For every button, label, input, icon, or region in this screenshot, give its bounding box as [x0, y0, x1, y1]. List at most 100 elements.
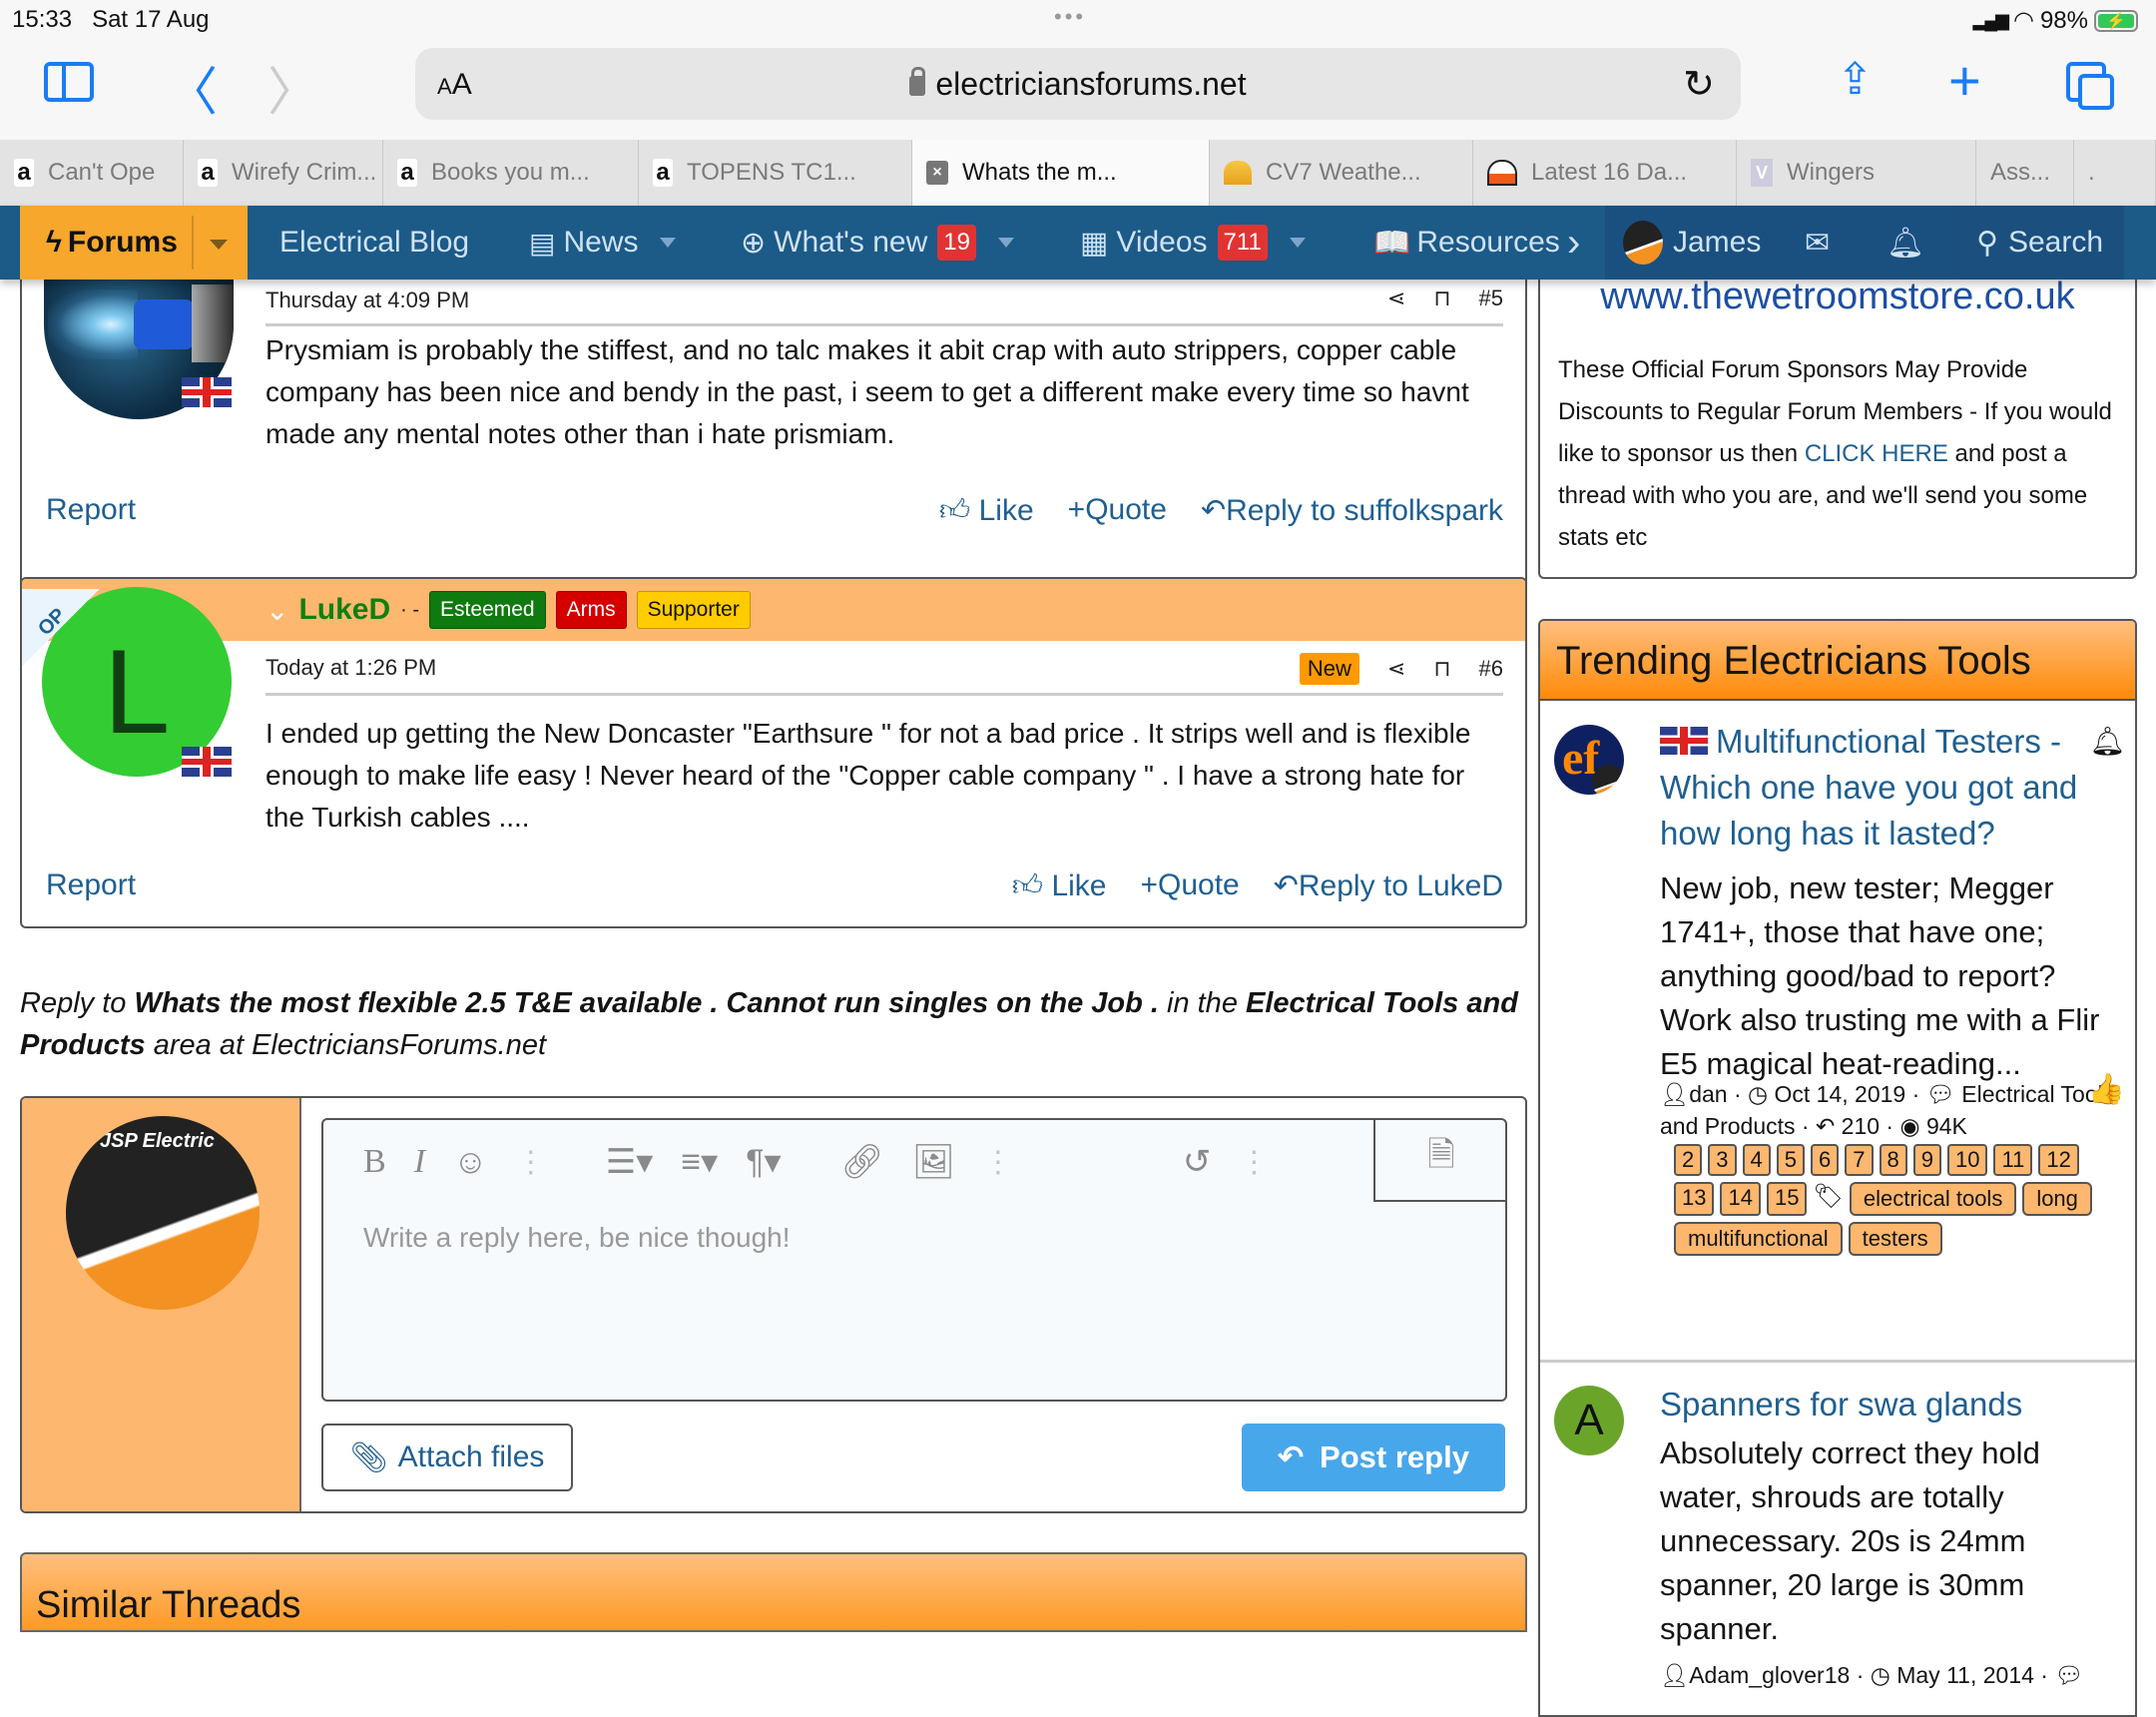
- post-date[interactable]: Thursday at 4:09 PM: [266, 287, 469, 313]
- address-bar[interactable]: AA electriciansforums.net ↻: [415, 48, 1741, 120]
- browser-tab[interactable]: Ass...: [1976, 140, 2074, 206]
- undo-icon[interactable]: ↺: [1183, 1142, 1212, 1182]
- browser-tab[interactable]: V Wingers: [1737, 140, 1976, 206]
- user-icon: 👤︎: [1660, 1081, 1690, 1107]
- nav-scroll-right-icon[interactable]: ›: [1567, 206, 1580, 280]
- browser-tab[interactable]: CV7 Weathe...: [1210, 140, 1473, 206]
- sponsor-click-here-link[interactable]: CLICK HERE: [1805, 440, 1948, 467]
- ef-avatar[interactable]: ef: [1554, 725, 1624, 795]
- close-tab-icon[interactable]: ×: [926, 161, 948, 185]
- expand-circle-icon[interactable]: ⌄: [266, 594, 288, 627]
- reload-icon[interactable]: ↻: [1683, 62, 1715, 107]
- browser-tab[interactable]: a Books you m...: [383, 140, 639, 206]
- chevron-down-icon[interactable]: [210, 240, 228, 250]
- page-link[interactable]: 12: [2038, 1144, 2079, 1176]
- smiley-icon[interactable]: ☺: [453, 1143, 488, 1182]
- trending-thread-link[interactable]: Multifunctional Testers - Which one have…: [1660, 719, 2089, 857]
- nav-videos[interactable]: ▦ Videos 711: [1080, 206, 1306, 280]
- reply-avatar-column: JSP Electric: [22, 1098, 301, 1511]
- post-reply-button[interactable]: ↶ Post reply: [1242, 1424, 1505, 1491]
- nav-forums[interactable]: ϟ Forums: [20, 206, 248, 280]
- quote-button[interactable]: +Quote: [1068, 493, 1167, 529]
- inbox-icon[interactable]: ✉: [1805, 206, 1830, 280]
- post-number[interactable]: #6: [1479, 656, 1503, 682]
- page-link[interactable]: 13: [1674, 1182, 1715, 1216]
- user-avatar[interactable]: A: [1554, 1386, 1624, 1455]
- post: L OP ⌄ LukeD · - Esteemed Arms Supporter…: [20, 577, 1527, 928]
- page-link[interactable]: 14: [1720, 1182, 1761, 1216]
- tag-link[interactable]: electrical tools: [1849, 1182, 2017, 1216]
- share-icon[interactable]: ⋖: [1387, 286, 1405, 311]
- quote-button[interactable]: +Quote: [1140, 868, 1239, 904]
- more-options-icon[interactable]: ⋮: [983, 1145, 1013, 1180]
- share-icon[interactable]: ⇪: [1837, 54, 1874, 105]
- page-link[interactable]: 7: [1845, 1144, 1874, 1176]
- browser-tab-active[interactable]: × Whats the m...: [912, 140, 1210, 206]
- browser-tab[interactable]: a TOPENS TC1...: [639, 140, 912, 206]
- nav-electrical-blog[interactable]: Electrical Blog: [279, 206, 469, 280]
- tag-link[interactable]: long: [2022, 1182, 2092, 1216]
- page-link[interactable]: 15: [1766, 1182, 1808, 1216]
- report-link[interactable]: Report: [46, 868, 136, 902]
- sidebar-icon[interactable]: [44, 62, 94, 102]
- trending-thread-link[interactable]: Spanners for swa glands: [1660, 1382, 2089, 1428]
- op-ribbon: OP: [22, 589, 100, 679]
- reply-editor[interactable]: B I ☺ ⋮ ☰▾ ≡▾ ¶▾ 🔗︎ 🖼︎ ⋮ ↺ ⋮ 🗎 Write a r…: [321, 1118, 1507, 1402]
- image-icon[interactable]: 🖼︎: [912, 1142, 955, 1182]
- nav-user[interactable]: James: [1623, 206, 1761, 280]
- bookmark-icon[interactable]: ⊓: [1433, 656, 1450, 682]
- bold-icon[interactable]: B: [363, 1143, 386, 1181]
- user-avatar[interactable]: JSP Electric: [66, 1116, 260, 1310]
- nav-news[interactable]: ▤ News: [529, 206, 677, 280]
- post-actions: Report 👍︎ Like +Quote ↶Reply to suffolks…: [22, 493, 1503, 537]
- like-button[interactable]: 👍︎ Like: [1012, 868, 1107, 904]
- italic-icon[interactable]: I: [414, 1143, 425, 1181]
- username-link[interactable]: LukeD: [298, 593, 390, 627]
- page-link[interactable]: 9: [1912, 1144, 1941, 1176]
- page-link[interactable]: 11: [1993, 1144, 2033, 1176]
- page-link[interactable]: 10: [1947, 1144, 1988, 1176]
- share-icon[interactable]: ⋖: [1387, 656, 1405, 682]
- bell-icon[interactable]: 🔔︎: [1886, 206, 1924, 280]
- browser-tab[interactable]: a Wirefy Crim...: [184, 140, 383, 206]
- more-options-icon[interactable]: ⋮: [516, 1145, 546, 1180]
- chevron-down-icon[interactable]: [1289, 238, 1306, 248]
- nav-resources[interactable]: 📖 Resources: [1373, 206, 1559, 280]
- reply-button[interactable]: ↶Reply to LukeD: [1274, 868, 1503, 904]
- tabs-overview-icon[interactable]: [2066, 62, 2114, 110]
- page-link[interactable]: 3: [1708, 1144, 1737, 1176]
- chevron-down-icon[interactable]: [660, 238, 677, 248]
- nav-search[interactable]: ⚲ Search: [1954, 206, 2124, 280]
- page-link[interactable]: 2: [1674, 1144, 1703, 1176]
- post-date[interactable]: Today at 1:26 PM: [266, 655, 436, 681]
- reply-button[interactable]: ↶Reply to suffolkspark: [1201, 493, 1503, 529]
- page-link[interactable]: 8: [1879, 1144, 1907, 1176]
- link-icon[interactable]: 🔗︎: [841, 1142, 884, 1182]
- multitask-dots[interactable]: •••: [1054, 4, 1086, 30]
- chevron-down-icon[interactable]: [997, 238, 1014, 248]
- browser-tab[interactable]: Latest 16 Da...: [1473, 140, 1737, 206]
- nav-whats-new[interactable]: ⊕ What's new 19: [741, 206, 1014, 280]
- tag-link[interactable]: multifunctional: [1674, 1222, 1843, 1256]
- page-link[interactable]: 4: [1742, 1144, 1771, 1176]
- bookmark-icon[interactable]: ⊓: [1433, 286, 1450, 311]
- browser-tab[interactable]: a Can't Ope: [0, 140, 184, 206]
- tag-link[interactable]: testers: [1848, 1222, 1942, 1256]
- post-number[interactable]: #5: [1479, 286, 1503, 311]
- sponsor-ad-link[interactable]: www.thewetroomstore.co.uk: [1540, 276, 2135, 318]
- more-options-icon[interactable]: ⋮: [1239, 1145, 1269, 1180]
- list-icon[interactable]: ☰▾: [606, 1142, 654, 1182]
- align-icon[interactable]: ≡▾: [681, 1142, 718, 1182]
- attach-files-button[interactable]: 📎︎ Attach files: [321, 1424, 573, 1491]
- browser-tab[interactable]: .: [2074, 140, 2156, 206]
- back-icon[interactable]: 〈: [166, 50, 218, 125]
- page-link[interactable]: 6: [1811, 1144, 1840, 1176]
- page-link[interactable]: 5: [1776, 1144, 1805, 1176]
- paragraph-icon[interactable]: ¶▾: [746, 1142, 781, 1182]
- preview-icon[interactable]: 🗎: [1373, 1118, 1507, 1202]
- new-tab-icon[interactable]: +: [1948, 48, 1981, 113]
- watch-bell-icon[interactable]: 🔔︎: [2089, 725, 2125, 758]
- like-button[interactable]: 👍︎ Like: [939, 493, 1034, 529]
- report-link[interactable]: Report: [46, 493, 136, 527]
- forward-icon[interactable]: 〉: [268, 50, 319, 125]
